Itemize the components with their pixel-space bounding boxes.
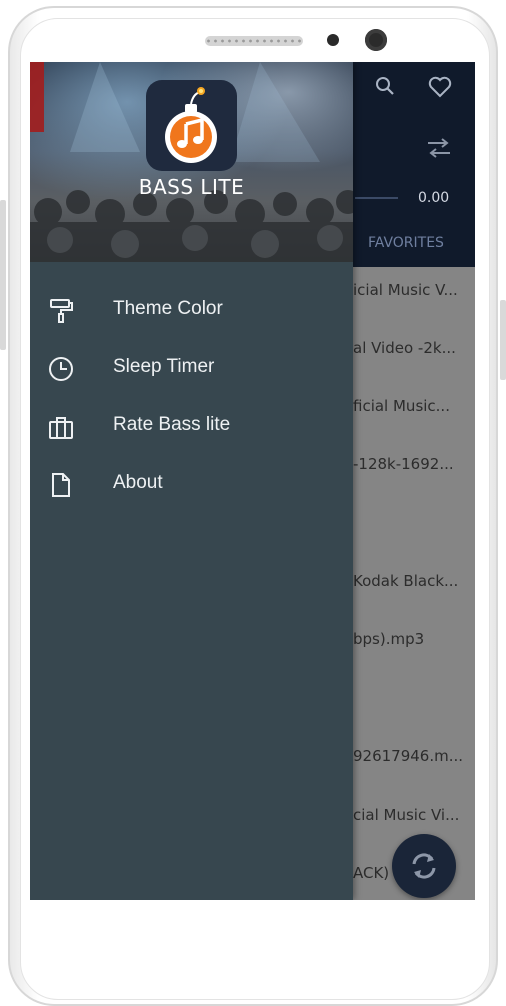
list-item[interactable]: Kodak Black... bbox=[353, 572, 458, 590]
music-note-bomb-icon bbox=[165, 87, 217, 163]
app-screen: 0.00 FAVORITES icial Music V... al Video… bbox=[30, 62, 475, 900]
proximity-sensor bbox=[327, 34, 339, 46]
list-item[interactable]: ficial Music... bbox=[353, 397, 450, 415]
menu-item-about[interactable]: About bbox=[30, 459, 353, 509]
front-camera bbox=[365, 29, 387, 51]
list-item[interactable]: -128k-1692... bbox=[353, 455, 454, 473]
paint-roller-icon bbox=[50, 299, 73, 323]
menu-label: Theme Color bbox=[113, 298, 223, 319]
menu-item-sleep-timer[interactable]: Sleep Timer bbox=[30, 343, 353, 393]
refresh-button[interactable] bbox=[392, 834, 456, 898]
menu-label: Rate Bass lite bbox=[113, 414, 231, 435]
list-item[interactable]: 92617946.m... bbox=[353, 747, 463, 765]
navigation-drawer: BASS LITE Theme Color Sleep Timer Rate B… bbox=[30, 62, 353, 900]
list-item[interactable]: al Video -2k... bbox=[353, 339, 456, 357]
clock-icon bbox=[49, 357, 73, 381]
time-display: 0.00 bbox=[418, 190, 450, 206]
volume-button bbox=[500, 300, 506, 380]
list-item[interactable]: bps).mp3 bbox=[353, 630, 424, 648]
app-logo bbox=[146, 80, 237, 171]
menu-item-theme-color[interactable]: Theme Color bbox=[30, 285, 353, 335]
refresh-icon bbox=[412, 853, 436, 879]
app-title: BASS LITE bbox=[138, 175, 245, 199]
seek-bar[interactable] bbox=[355, 197, 398, 199]
menu-label: Sleep Timer bbox=[113, 356, 215, 377]
list-item[interactable]: icial Music V... bbox=[353, 281, 458, 299]
tab-favorites[interactable]: FAVORITES bbox=[368, 235, 444, 251]
earpiece-speaker bbox=[205, 36, 303, 46]
document-icon bbox=[52, 473, 70, 497]
power-button bbox=[0, 200, 6, 350]
heart-icon[interactable] bbox=[428, 76, 452, 98]
menu-label: About bbox=[113, 472, 163, 493]
briefcase-icon bbox=[49, 417, 73, 439]
drawer-header: BASS LITE bbox=[30, 62, 353, 262]
shuffle-icon[interactable] bbox=[426, 137, 452, 159]
search-icon[interactable] bbox=[375, 76, 395, 96]
list-item[interactable]: cial Music Vi... bbox=[353, 806, 459, 824]
menu-item-rate-bass-lite[interactable]: Rate Bass lite bbox=[30, 401, 353, 451]
